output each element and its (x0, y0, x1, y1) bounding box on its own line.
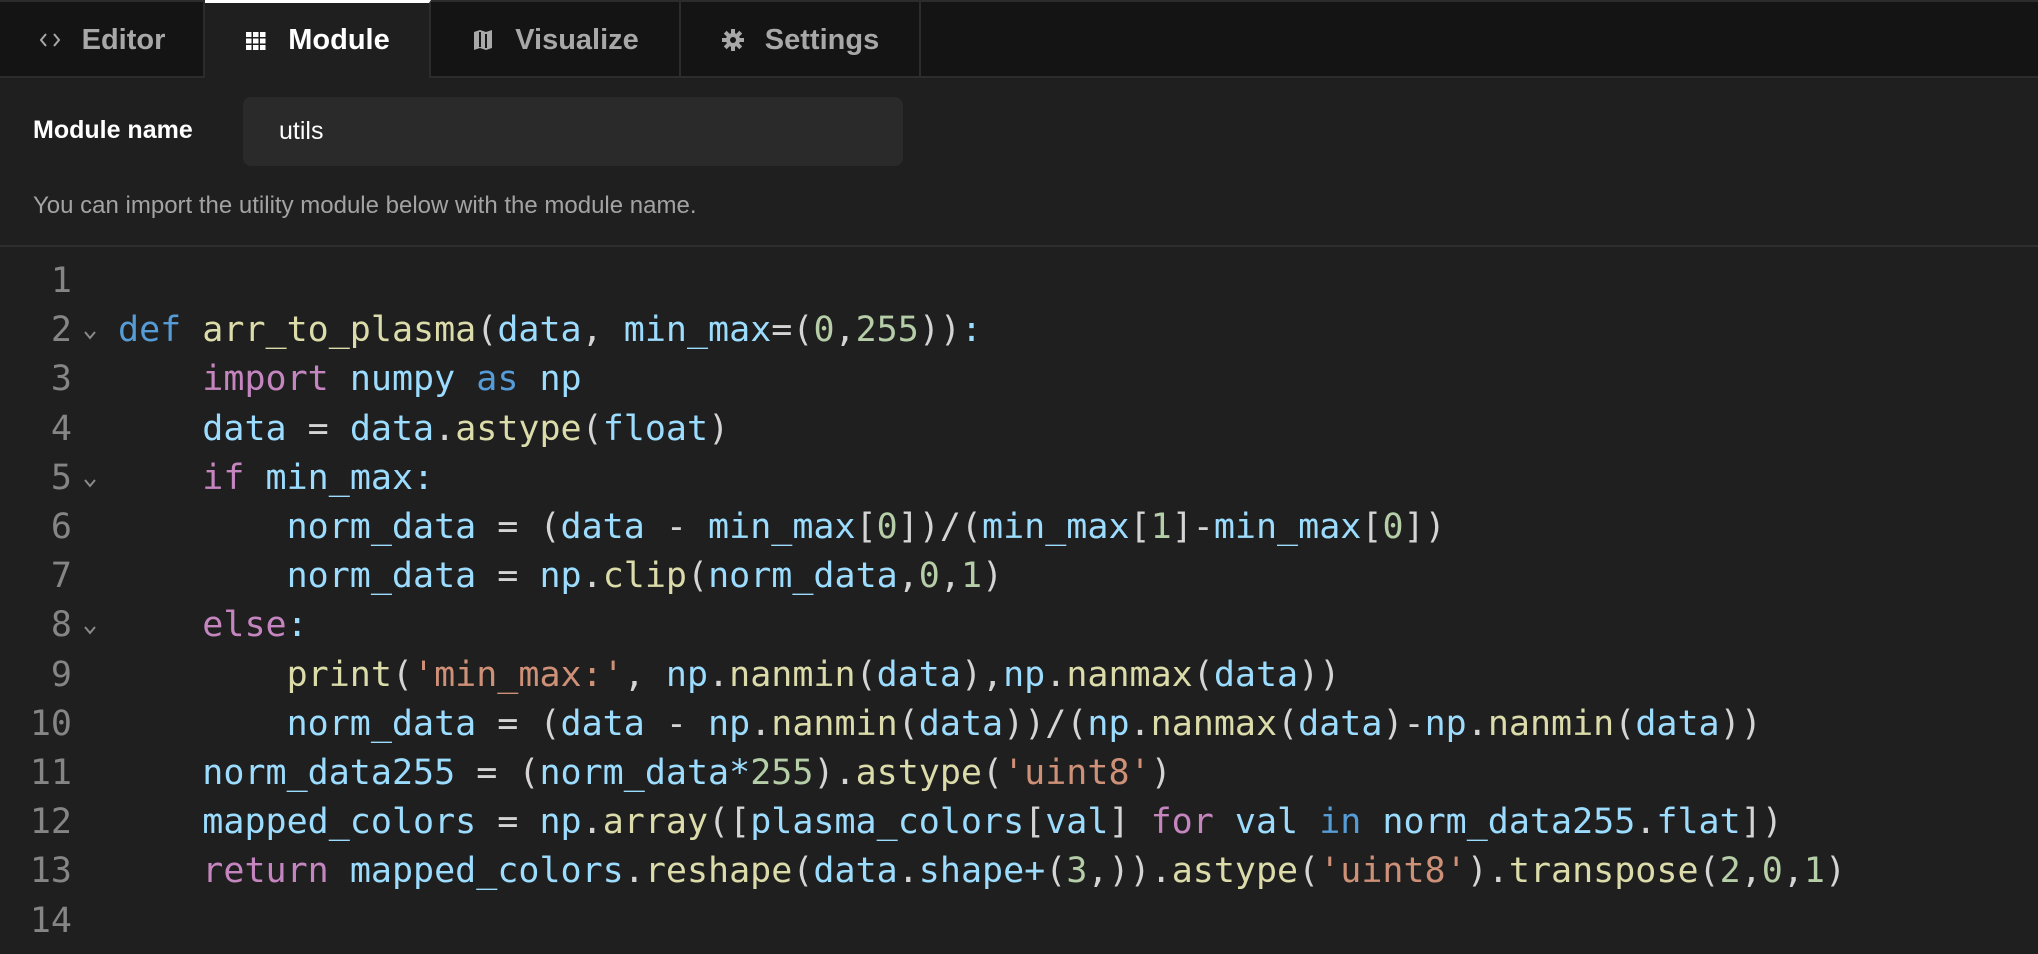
line-number: 9 (50, 654, 72, 695)
line-number: 1 (50, 261, 72, 301)
code-line[interactable]: 1 (0, 257, 2038, 306)
code-icon (38, 28, 62, 52)
line-number: 3 (50, 359, 72, 400)
code-line[interactable]: 14 (0, 897, 2038, 946)
code-text: print('min_max:', np.nanmin(data),np.nan… (286, 654, 1341, 695)
tab-module-label: Module (288, 24, 390, 56)
gear-icon (721, 28, 745, 52)
code-line[interactable]: 3 import numpy as np (0, 355, 2038, 404)
line-number: 12 (29, 802, 72, 843)
code-line[interactable]: 5 if min_max: (0, 454, 2038, 503)
tab-editor[interactable]: Editor (0, 2, 205, 78)
code-text: mapped_colors = np.array([plasma_colors[… (202, 802, 1783, 843)
code-line[interactable]: 12 mapped_colors = np.array([plasma_colo… (0, 798, 2038, 847)
line-number: 8 (50, 605, 72, 646)
tab-settings-label: Settings (764, 23, 880, 56)
line-number: 5 (50, 457, 72, 498)
map-icon (471, 28, 495, 52)
code-line[interactable]: 10 norm_data = (data - np.nanmin(data))/… (0, 700, 2038, 749)
line-number: 6 (50, 507, 72, 547)
grid-icon (244, 29, 268, 53)
line-number: 13 (29, 851, 72, 892)
tab-visualize[interactable]: Visualize (431, 2, 681, 78)
code-text: import numpy as np (202, 359, 582, 400)
code-text: data = data.astype(float) (202, 408, 730, 449)
code-line[interactable]: 2 def arr_to_plasma(data, min_max=(0,255)… (0, 306, 2038, 355)
code-text: norm_data = np.clip(norm_data,0,1) (286, 556, 1004, 597)
code-line[interactable]: 4 data = data.astype(float) (0, 405, 2038, 454)
line-number: 4 (50, 408, 72, 449)
line-number: 14 (29, 900, 72, 941)
tab-visualize-label: Visualize (515, 23, 639, 56)
line-number: 7 (50, 556, 72, 597)
code-line[interactable]: 6 norm_data = (data - min_max[0])/(min_m… (0, 503, 2038, 552)
tab-settings[interactable]: Settings (681, 2, 921, 78)
code-editor[interactable]: 1 2 def arr_to_plasma(data, min_max=(0,255… (0, 247, 2038, 954)
module-name-label: Module name (33, 116, 193, 144)
tab-editor-label: Editor (81, 23, 166, 56)
line-number: 10 (29, 703, 72, 744)
code-line[interactable]: 9 print('min_max:', np.nanmin(data),np.n… (0, 651, 2038, 700)
module-hint-text: You can import the utility module below … (33, 192, 697, 219)
code-text: norm_data255 = (norm_data*255).astype('u… (202, 753, 1172, 793)
line-number: 2 (50, 310, 72, 351)
tab-bar: Editor Module Visualize Settings (0, 0, 2038, 78)
code-line[interactable]: 11 norm_data255 = (norm_data*255).astype… (0, 749, 2038, 798)
module-name-input[interactable] (243, 97, 903, 166)
code-text: if min_max: (202, 457, 435, 498)
code-line[interactable]: 7 norm_data = np.clip(norm_data,0,1) (0, 552, 2038, 601)
tab-module[interactable]: Module (205, 0, 431, 78)
code-text: return mapped_colors.reshape(data.shape+… (202, 851, 1847, 892)
code-text: norm_data = (data - np.nanmin(data))/(np… (286, 703, 1762, 744)
line-number: 11 (29, 753, 72, 793)
code-text: norm_data = (data - min_max[0])/(min_max… (286, 507, 1446, 547)
code-text: def arr_to_plasma(data, min_max=(0,255))… (118, 310, 983, 351)
code-text: else: (202, 605, 308, 646)
code-line[interactable]: 13 return mapped_colors.reshape(data.sha… (0, 847, 2038, 896)
code-line[interactable]: 8 else: (0, 601, 2038, 650)
